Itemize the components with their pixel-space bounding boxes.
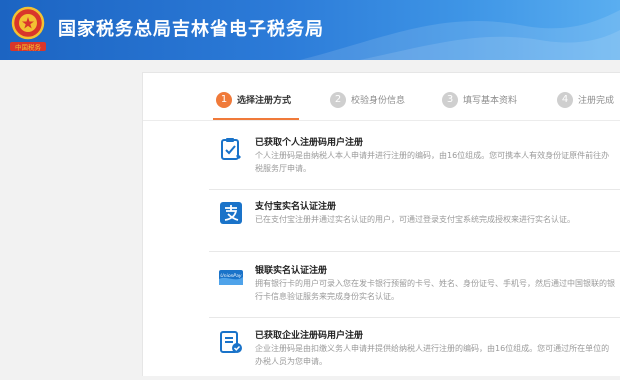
steps-divider bbox=[143, 120, 620, 121]
option-divider bbox=[209, 189, 620, 190]
step-select-method[interactable]: 1 选择注册方式 bbox=[216, 89, 292, 108]
alipay-icon bbox=[220, 202, 242, 224]
svg-text:UnionPay: UnionPay bbox=[220, 273, 241, 279]
tax-emblem-logo: 中国税务 bbox=[10, 6, 46, 52]
option-alipay-registration[interactable]: 支付宝实名认证注册 已在支付宝注册并通过实名认证的用户，可通过登录支付宝系统完成… bbox=[209, 193, 620, 251]
registration-card: 1 选择注册方式 2 校验身份信息 3 填写基本资料 4 注册完成 已获取个人注册码用户… bbox=[142, 72, 620, 376]
option-divider bbox=[209, 317, 620, 318]
step-label: 填写基本资料 bbox=[463, 96, 518, 106]
option-title: 银联实名认证注册 bbox=[255, 266, 328, 276]
step-number: 3 bbox=[442, 91, 458, 108]
option-divider bbox=[209, 251, 620, 252]
option-unionpay-registration[interactable]: UnionPay 银联实名认证注册 拥有银行卡的用户可录入您在发卡银行预留的卡号… bbox=[209, 257, 620, 315]
site-header: 中国税务 国家税务总局吉林省电子税务局 bbox=[0, 0, 620, 60]
active-step-indicator bbox=[213, 118, 299, 120]
option-description: 企业注册码是由扣缴义务人申请并提供给纳税人进行注册的编码，由16位组成。您可通过… bbox=[255, 344, 610, 366]
enterprise-registration-icon bbox=[220, 331, 242, 353]
step-verify-identity[interactable]: 2 校验身份信息 bbox=[330, 89, 406, 108]
option-title: 已获取企业注册码用户注册 bbox=[255, 331, 364, 341]
option-enterprise-code-registration[interactable]: 已获取企业注册码用户注册 企业注册码是由扣缴义务人申请并提供给纳税人进行注册的编… bbox=[209, 322, 620, 380]
step-fill-info[interactable]: 3 填写基本资料 bbox=[442, 89, 518, 108]
option-description: 个人注册码是由纳税人本人申请并进行注册的编码，由16位组成。您可携本人有效身份证… bbox=[255, 151, 610, 173]
step-number: 2 bbox=[330, 91, 346, 108]
svg-text:中国税务: 中国税务 bbox=[15, 43, 42, 52]
option-title: 支付宝实名认证注册 bbox=[255, 202, 337, 212]
step-label: 选择注册方式 bbox=[237, 96, 292, 106]
document-check-icon bbox=[221, 138, 241, 160]
option-description: 拥有银行卡的用户可录入您在发卡银行预留的卡号、姓名、身份证号、手机号，然后通过中… bbox=[255, 279, 615, 301]
step-number: 1 bbox=[216, 91, 232, 108]
unionpay-card-icon: UnionPay bbox=[219, 270, 243, 285]
step-label: 注册完成 bbox=[578, 96, 615, 106]
step-complete[interactable]: 4 注册完成 bbox=[557, 89, 615, 108]
site-title: 国家税务总局吉林省电子税务局 bbox=[58, 19, 324, 40]
registration-steps: 1 选择注册方式 2 校验身份信息 3 填写基本资料 4 注册完成 bbox=[143, 73, 620, 123]
step-number: 4 bbox=[557, 91, 573, 108]
option-personal-code-registration[interactable]: 已获取个人注册码用户注册 个人注册码是由纳税人本人申请并进行注册的编码，由16位… bbox=[209, 129, 620, 187]
step-label: 校验身份信息 bbox=[351, 96, 406, 106]
option-description: 已在支付宝注册并通过实名认证的用户，可通过登录支付宝系统完成授权来进行实名认证。 bbox=[255, 215, 575, 224]
option-title: 已获取个人注册码用户注册 bbox=[255, 138, 364, 148]
